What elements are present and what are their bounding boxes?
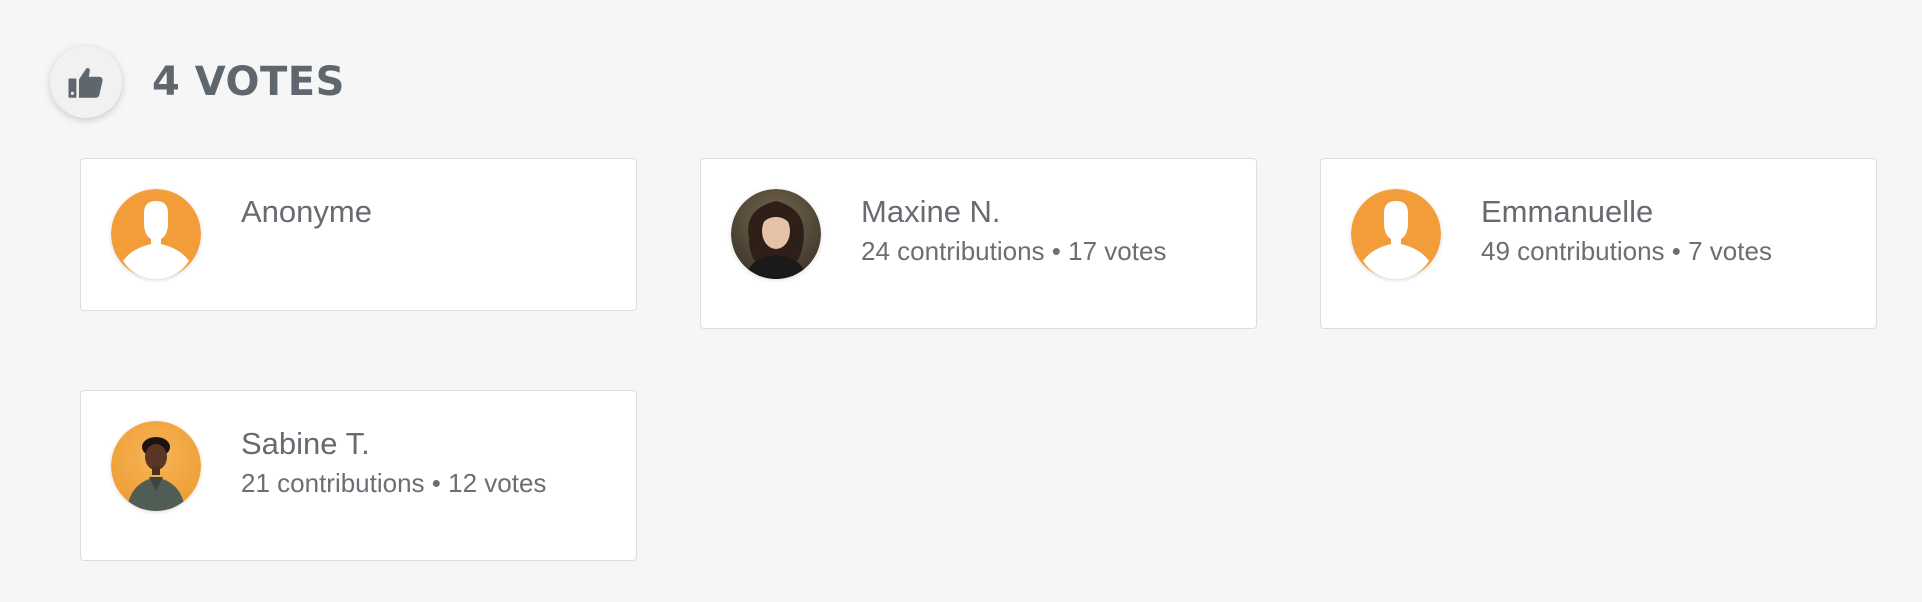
vote-badge[interactable]	[50, 46, 122, 118]
voter-stats: 24 contributions • 17 votes	[861, 236, 1167, 267]
voter-name[interactable]: Emmanuelle	[1481, 193, 1772, 230]
voter-stats: 21 contributions • 12 votes	[241, 468, 547, 499]
default-user-icon	[111, 189, 201, 279]
voter-card[interactable]: Anonyme	[80, 158, 637, 311]
thumbs-up-icon	[68, 67, 103, 98]
user-photo	[731, 189, 821, 279]
voter-stats: 49 contributions • 7 votes	[1481, 236, 1772, 267]
voter-card[interactable]: Maxine N. 24 contributions • 17 votes	[700, 158, 1257, 329]
user-photo	[111, 421, 201, 511]
default-user-icon	[1351, 189, 1441, 279]
votes-header: 4 VOTES	[50, 46, 345, 118]
voter-name[interactable]: Anonyme	[241, 193, 372, 230]
voter-name[interactable]: Maxine N.	[861, 193, 1166, 230]
voter-card[interactable]: Emmanuelle 49 contributions • 7 votes	[1320, 158, 1877, 329]
votes-count-title: 4 VOTES	[152, 59, 345, 105]
voter-card[interactable]: Sabine T. 21 contributions • 12 votes	[80, 390, 637, 561]
voter-name[interactable]: Sabine T.	[241, 425, 546, 462]
